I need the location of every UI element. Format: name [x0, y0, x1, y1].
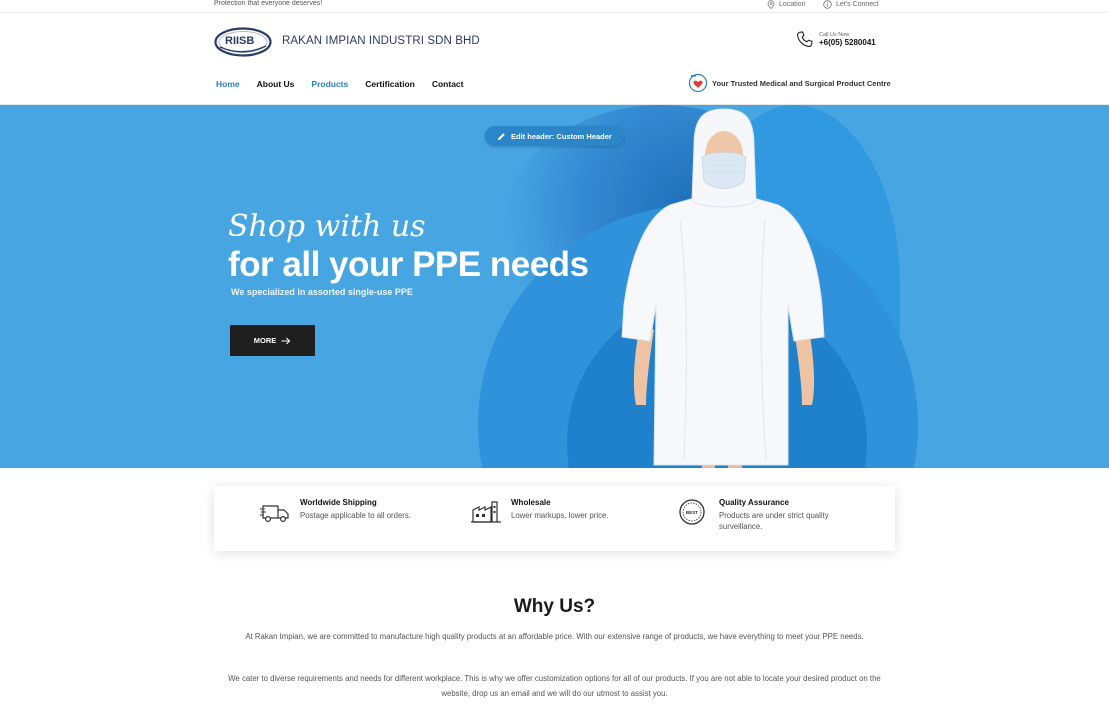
connect-label: Let's Connect [836, 1, 879, 8]
arrow-right-icon [281, 337, 291, 344]
logo-text: RIISB [225, 35, 255, 47]
best-badge-icon: BEST [679, 499, 705, 525]
trusted-text: Your Trusted Medical and Surgical Produc… [712, 78, 891, 88]
hero-subtext: We specialized in assorted single-use PP… [231, 287, 413, 297]
tagline: Protection that everyone deserves! [214, 0, 323, 7]
nav-contact[interactable]: Contact [432, 79, 464, 89]
svg-text:BEST: BEST [686, 510, 698, 515]
feature-title: Worldwide Shipping [300, 498, 377, 507]
nav-home[interactable]: Home [216, 79, 240, 89]
main-nav: Home About Us Products Certification Con… [216, 79, 480, 89]
feature-desc: Postage applicable to all orders. [300, 511, 411, 520]
feature-desc: Lower markups, lower price. [511, 511, 609, 520]
feature-desc: Products are under strict quality survei… [719, 511, 829, 531]
hero-banner: Edit header: Custom Header Shop with us … [0, 105, 1109, 468]
feature-wholesale: Wholesale Lower markups, lower price. [471, 498, 661, 526]
feature-shipping: Worldwide Shipping Postage applicable to… [260, 498, 450, 526]
why-us-paragraph-2: We cater to diverse requirements and nee… [228, 674, 881, 698]
medical-heart-icon [688, 73, 708, 93]
location-link[interactable]: Location [767, 0, 805, 9]
ppe-gown-mannequin-image [621, 108, 825, 468]
nav-certification[interactable]: Certification [365, 79, 415, 89]
nav-products[interactable]: Products [311, 79, 348, 89]
factory-icon [471, 501, 501, 523]
connect-link[interactable]: Let's Connect [823, 0, 879, 9]
more-button[interactable]: MORE [230, 325, 315, 356]
feature-title: Quality Assurance [719, 498, 789, 507]
call-box[interactable]: Call Us Now +6(05) 5280041 [797, 31, 876, 48]
site-logo[interactable]: RIISB [214, 27, 272, 57]
truck-icon [260, 505, 289, 523]
features-strip: Worldwide Shipping Postage applicable to… [214, 486, 895, 551]
info-icon [823, 0, 832, 9]
nav-about-us[interactable]: About Us [257, 79, 295, 89]
edit-header-label: Edit header: Custom Header [511, 131, 612, 141]
trusted-badge: Your Trusted Medical and Surgical Produc… [688, 73, 891, 93]
edit-header-button[interactable]: Edit header: Custom Header [485, 126, 624, 146]
company-name: RAKAN IMPIAN INDUSTRI SDN BHD [282, 35, 480, 47]
why-us-heading: Why Us? [513, 596, 596, 617]
call-number: +6(05) 5280041 [819, 38, 876, 47]
site-header: RIISB RAKAN IMPIAN INDUSTRI SDN BHD Call… [0, 13, 1109, 105]
feature-quality: BEST Quality Assurance Products are unde… [679, 498, 859, 532]
hero-script-text: Shop with us [228, 209, 426, 244]
more-label: MORE [253, 336, 277, 345]
pencil-icon [498, 132, 505, 140]
top-bar: Protection that everyone deserves! Locat… [0, 0, 1109, 13]
phone-icon [797, 31, 813, 47]
location-label: Location [779, 1, 806, 8]
map-pin-icon [767, 0, 775, 9]
hero-headline: for all your PPE needs [228, 245, 589, 284]
feature-title: Wholesale [511, 498, 551, 507]
why-us-paragraph-1: At Rakan Impian, we are committed to man… [245, 632, 864, 641]
